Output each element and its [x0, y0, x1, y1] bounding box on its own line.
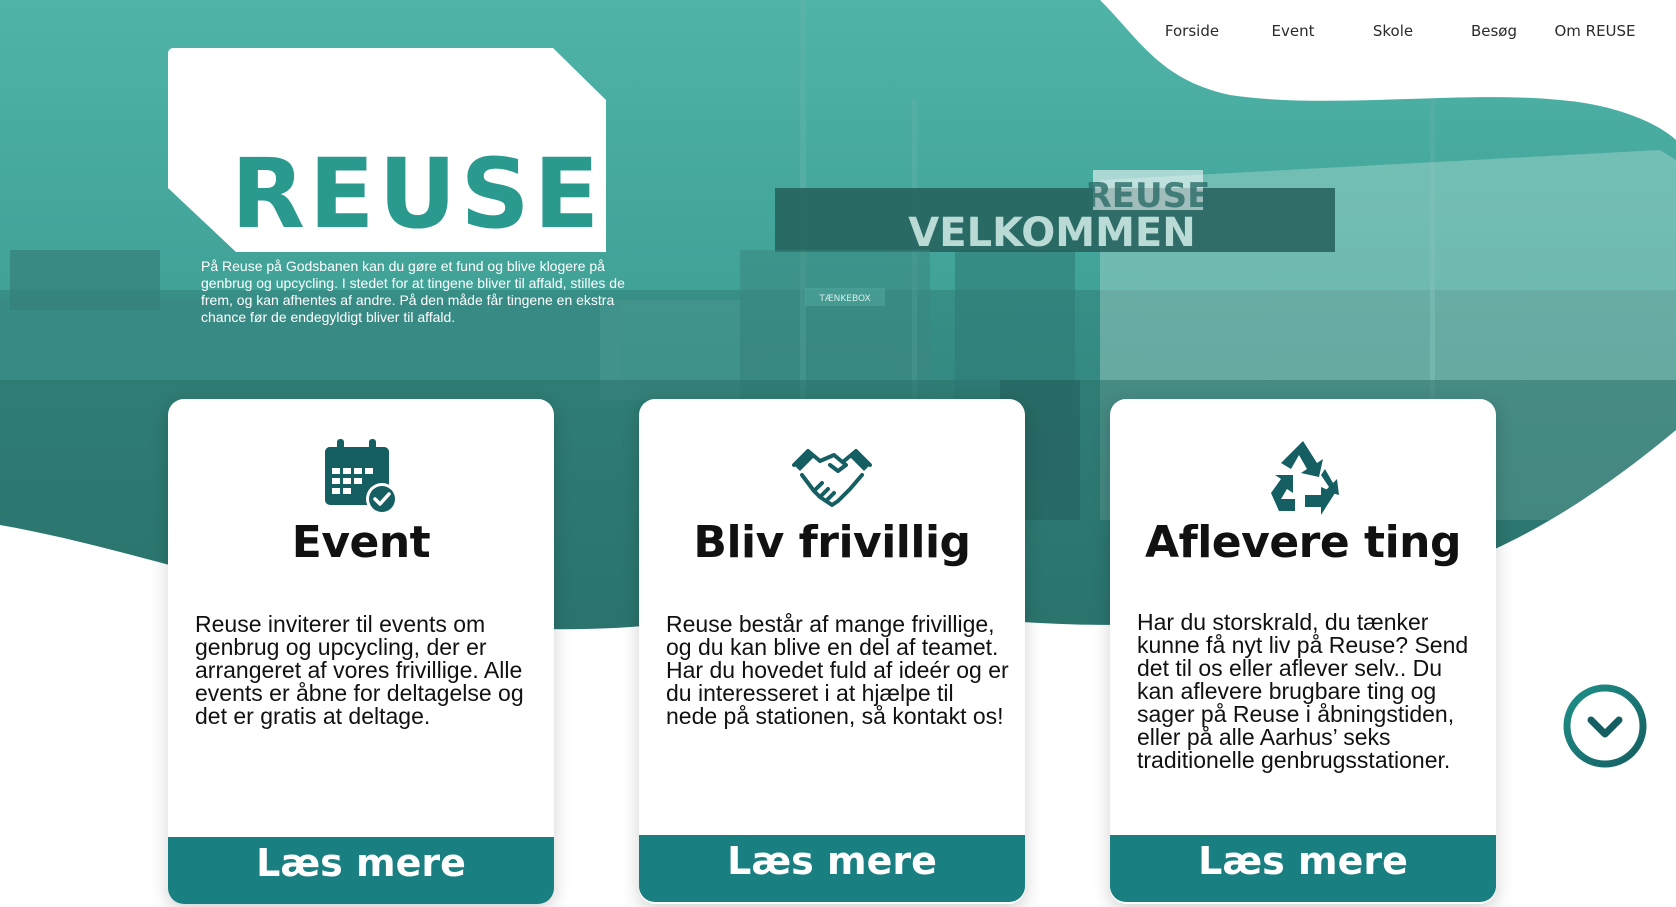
- card-event: Event Reuse inviterer til events om genb…: [168, 399, 554, 904]
- recycle-icon: [1271, 441, 1339, 515]
- card-title: Aflevere ting: [1145, 517, 1461, 568]
- nav-item-besog[interactable]: Besøg: [1471, 22, 1517, 40]
- reuse-logo[interactable]: REUSE: [168, 48, 606, 252]
- card-body: Reuse inviterer til events om genbrug og…: [195, 611, 524, 729]
- card-drop-off: Aflevere ting Har du storskrald, du tænk…: [1110, 399, 1496, 904]
- card-title: Bliv frivillig: [693, 517, 971, 568]
- intro-text: På Reuse på Godsbanen kan du gøre et fun…: [201, 258, 625, 325]
- logo-wordmark: REUSE: [231, 138, 604, 250]
- scroll-down-button[interactable]: [1562, 683, 1648, 769]
- card-volunteer: Bliv frivillig Reuse består af mange fri…: [639, 399, 1025, 904]
- velkommen-sign-text: VELKOMMEN: [908, 210, 1195, 256]
- read-more-button[interactable]: Læs mere: [168, 837, 554, 904]
- nav-item-forside[interactable]: Forside: [1165, 22, 1219, 40]
- calendar-check-icon: [325, 439, 398, 515]
- nav-item-om-reuse[interactable]: Om REUSE: [1554, 22, 1635, 40]
- read-more-button[interactable]: Læs mere: [1110, 835, 1496, 902]
- chevron-down-icon: [1587, 716, 1623, 738]
- nav-item-event[interactable]: Event: [1272, 22, 1315, 40]
- read-more-button[interactable]: Læs mere: [639, 835, 1025, 902]
- reuse-sign-text: REUSE: [1086, 176, 1211, 216]
- taenkebox-sign-text: TÆNKEBOX: [818, 294, 870, 304]
- card-title: Event: [291, 517, 431, 568]
- handshake-icon: [792, 449, 872, 507]
- card-body: Reuse består af mange frivillige, og du …: [666, 611, 1009, 729]
- card-body: Har du storskrald, du tænker kunne få ny…: [1137, 609, 1469, 773]
- nav-item-skole[interactable]: Skole: [1373, 22, 1413, 40]
